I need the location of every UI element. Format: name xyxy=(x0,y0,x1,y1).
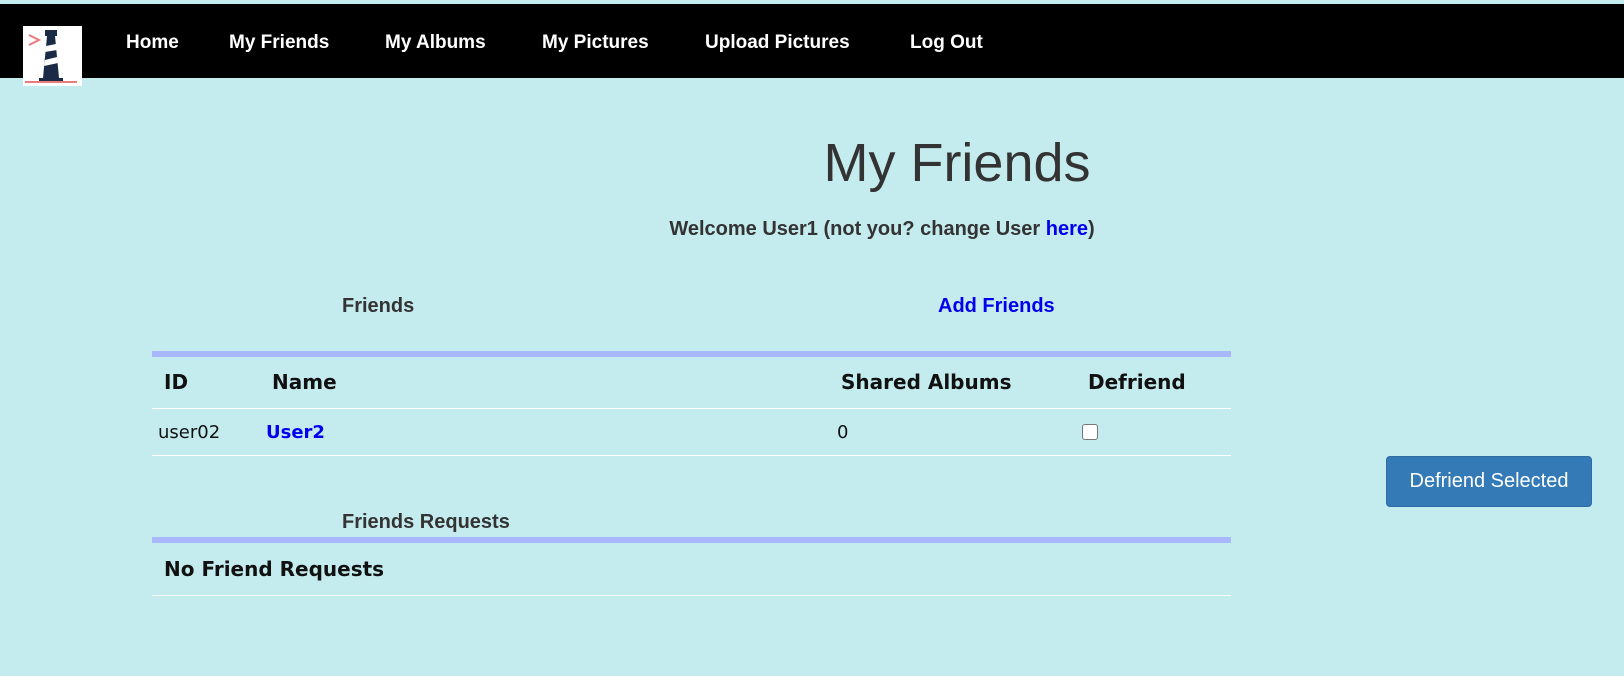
friends-section-label: Friends xyxy=(342,295,415,317)
no-friend-requests-text: No Friend Requests xyxy=(164,557,385,581)
column-header-name: Name xyxy=(272,370,337,394)
friend-name-link[interactable]: User2 xyxy=(266,422,325,443)
defriend-selected-button[interactable]: Defriend Selected xyxy=(1386,456,1592,507)
page-title: My Friends xyxy=(823,133,1091,193)
defriend-checkbox[interactable] xyxy=(1082,424,1098,440)
requests-table-top-bar xyxy=(152,537,1231,543)
friend-id-cell: user02 xyxy=(158,422,221,443)
friend-requests-section-label: Friends Requests xyxy=(342,511,510,533)
column-header-id: ID xyxy=(164,370,189,394)
welcome-suffix: ) xyxy=(1087,218,1095,240)
table-divider xyxy=(152,408,1231,409)
nav-log-out[interactable]: Log Out xyxy=(910,32,983,54)
column-header-shared-albums: Shared Albums xyxy=(841,370,1012,394)
lighthouse-logo-icon[interactable] xyxy=(23,26,82,86)
table-row-divider xyxy=(152,455,1231,456)
requests-table-divider xyxy=(152,595,1231,596)
column-header-defriend: Defriend xyxy=(1088,370,1186,394)
shared-albums-cell: 0 xyxy=(837,422,849,443)
welcome-prefix: Welcome User1 (not you? change User xyxy=(669,218,1046,240)
nav-upload-pictures[interactable]: Upload Pictures xyxy=(705,32,850,54)
nav-my-friends[interactable]: My Friends xyxy=(229,32,329,54)
change-user-link[interactable]: here xyxy=(1046,218,1088,240)
nav-my-albums[interactable]: My Albums xyxy=(385,32,486,54)
nav-home[interactable]: Home xyxy=(126,32,179,54)
nav-my-pictures[interactable]: My Pictures xyxy=(542,32,649,54)
welcome-message: Welcome User1 (not you? change User here… xyxy=(0,218,1624,241)
friends-table-top-bar xyxy=(152,351,1231,357)
add-friends-link[interactable]: Add Friends xyxy=(938,295,1055,318)
